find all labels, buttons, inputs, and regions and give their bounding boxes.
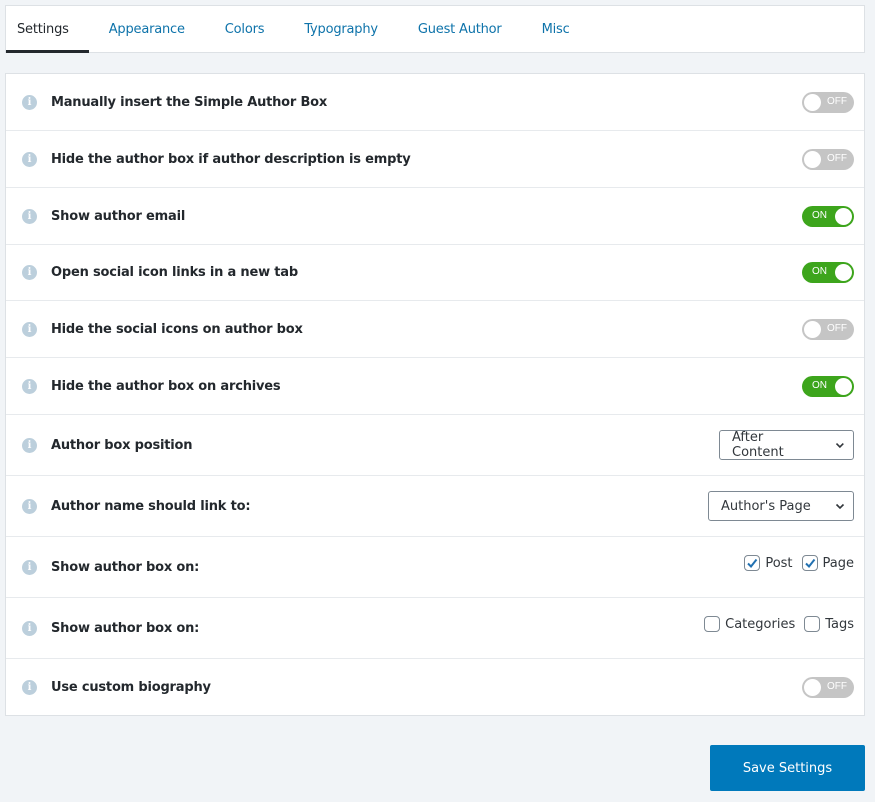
info-icon[interactable]: i <box>22 498 37 514</box>
toggle-knob <box>804 678 821 696</box>
setting-row-show-on-taxonomies: i Show author box on: Categories Tags <box>6 598 864 659</box>
toggle-knob <box>804 93 821 111</box>
setting-label: Show author box on: <box>51 620 200 636</box>
toggle-knob <box>804 150 821 168</box>
checkbox-page[interactable]: Page <box>801 555 854 571</box>
checkbox-post[interactable]: Post <box>744 555 793 571</box>
checkbox[interactable] <box>804 616 821 632</box>
checkmark-icon <box>747 558 758 569</box>
setting-label: Show author email <box>51 208 186 224</box>
info-icon[interactable]: i <box>22 378 37 394</box>
tab-appearance[interactable]: Appearance <box>89 6 205 52</box>
info-icon[interactable]: i <box>22 679 37 695</box>
toggle-state: OFF <box>827 95 847 107</box>
setting-label: Author box position <box>51 437 193 453</box>
setting-row-hide-on-archives: i Hide the author box on archives ON <box>6 358 864 415</box>
info-icon[interactable]: i <box>22 321 37 337</box>
setting-label: Author name should link to: <box>51 498 251 514</box>
info-icon[interactable]: i <box>22 265 37 280</box>
setting-row-box-position: i Author box position After Content <box>6 415 864 476</box>
toggle-knob <box>835 207 852 225</box>
tab-settings[interactable]: Settings <box>6 6 89 53</box>
setting-row-hide-empty-description: i Hide the author box if author descript… <box>6 131 864 188</box>
checkbox[interactable] <box>744 555 761 571</box>
select-value: Author's Page <box>721 498 811 514</box>
tab-typography[interactable]: Typography <box>284 6 398 52</box>
setting-label: Show author box on: <box>51 559 200 575</box>
setting-label: Manually insert the Simple Author Box <box>51 94 328 110</box>
info-icon[interactable]: i <box>22 559 37 575</box>
select-value: After Content <box>732 430 784 460</box>
toggle-state: ON <box>812 209 827 221</box>
setting-row-manual-insert: i Manually insert the Simple Author Box … <box>6 74 864 131</box>
setting-row-custom-biography: i Use custom biography OFF <box>6 659 864 715</box>
setting-label: Hide the author box on archives <box>51 378 281 394</box>
toggle-knob <box>835 377 852 395</box>
checkbox[interactable] <box>704 616 721 632</box>
info-icon[interactable]: i <box>22 151 37 167</box>
setting-row-show-email: i Show author email ON <box>6 188 864 245</box>
tab-colors[interactable]: Colors <box>205 6 285 52</box>
hide-on-archives-toggle[interactable]: ON <box>802 375 854 397</box>
custom-biography-toggle[interactable]: OFF <box>802 676 854 698</box>
hide-social-icons-toggle[interactable]: OFF <box>802 318 854 340</box>
toggle-knob <box>804 320 821 338</box>
toggle-state: OFF <box>827 680 847 692</box>
checkbox-tags[interactable]: Tags <box>804 616 854 632</box>
setting-row-show-on-post-types: i Show author box on: Post Page <box>6 537 864 598</box>
box-position-select[interactable]: After Content <box>719 430 854 460</box>
setting-label: Open social icon links in a new tab <box>51 265 298 280</box>
toggle-state: ON <box>812 379 827 391</box>
taxonomy-checkboxes: Categories Tags <box>695 616 854 632</box>
toggle-state: OFF <box>827 152 847 164</box>
post-type-checkboxes: Post Page <box>735 555 854 571</box>
checkbox-label: Post <box>765 555 793 571</box>
setting-row-hide-social-icons: i Hide the social icons on author box OF… <box>6 301 864 358</box>
chevron-down-icon <box>835 503 845 510</box>
info-icon[interactable]: i <box>22 437 37 453</box>
tab-guest-author[interactable]: Guest Author <box>398 6 522 52</box>
settings-tabs: Settings Appearance Colors Typography Gu… <box>5 5 865 53</box>
checkmark-icon <box>804 558 815 569</box>
name-link-select[interactable]: Author's Page <box>708 491 854 521</box>
checkbox-label: Page <box>822 555 854 571</box>
toggle-state: OFF <box>827 322 847 334</box>
setting-row-social-new-tab: i Open social icon links in a new tab ON <box>6 245 864 301</box>
setting-label: Hide the social icons on author box <box>51 321 303 337</box>
toggle-knob <box>835 264 852 281</box>
chevron-down-icon <box>836 442 845 449</box>
toggle-state: ON <box>812 266 827 277</box>
setting-row-name-link: i Author name should link to: Author's P… <box>6 476 864 537</box>
setting-label: Use custom biography <box>51 679 211 695</box>
checkbox-label: Tags <box>825 616 854 632</box>
tab-misc[interactable]: Misc <box>522 6 590 52</box>
hide-empty-description-toggle[interactable]: OFF <box>802 148 854 170</box>
info-icon[interactable]: i <box>22 620 37 636</box>
settings-panel: i Manually insert the Simple Author Box … <box>5 73 865 716</box>
checkbox-categories[interactable]: Categories <box>704 616 795 632</box>
info-icon[interactable]: i <box>22 208 37 224</box>
setting-label: Hide the author box if author descriptio… <box>51 151 411 167</box>
social-new-tab-toggle[interactable]: ON <box>802 262 854 283</box>
show-email-toggle[interactable]: ON <box>802 205 854 227</box>
info-icon[interactable]: i <box>22 94 37 110</box>
checkbox[interactable] <box>801 555 818 571</box>
manual-insert-toggle[interactable]: OFF <box>802 91 854 113</box>
checkbox-label: Categories <box>725 616 796 632</box>
save-settings-button[interactable]: Save Settings <box>710 745 865 791</box>
